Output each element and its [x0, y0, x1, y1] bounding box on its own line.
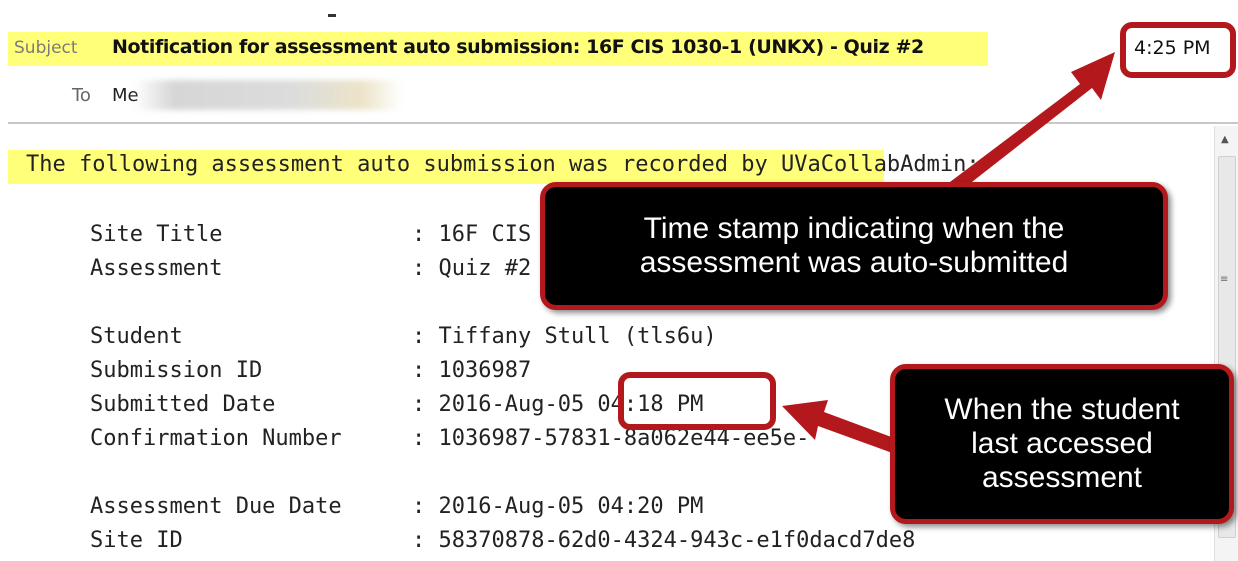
- arrow-to-timestamp: [942, 52, 1115, 196]
- timestamp-callout-text: Time stamp indicating when the assessmen…: [639, 212, 1069, 279]
- last-access-callout-text: When the student last accessed assessmen…: [944, 393, 1180, 494]
- last-access-callout: When the student last accessed assessmen…: [890, 364, 1234, 524]
- timestamp-callout: Time stamp indicating when the assessmen…: [540, 182, 1168, 310]
